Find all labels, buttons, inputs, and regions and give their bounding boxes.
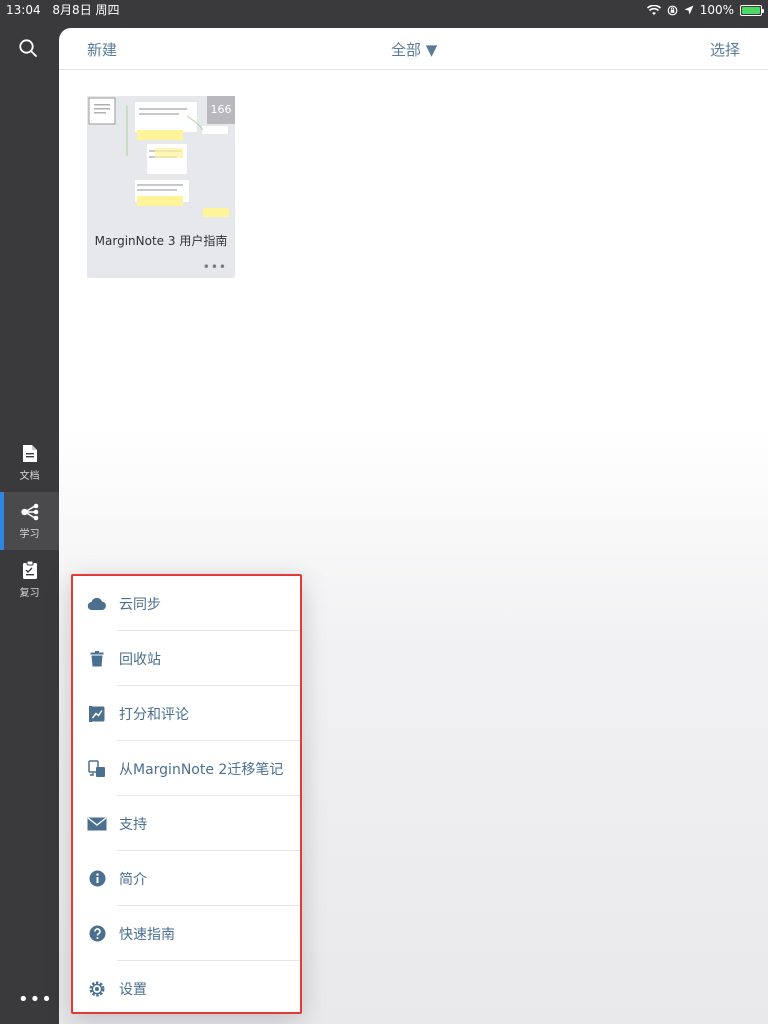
- mindmap-icon: [20, 503, 38, 520]
- cloud-icon: [87, 594, 107, 614]
- battery-percent: 100%: [699, 3, 734, 17]
- menu-item-label: 简介: [119, 871, 147, 888]
- page-count-badge: 166: [207, 96, 235, 124]
- search-button[interactable]: [18, 38, 42, 62]
- menu-item-label: 打分和评论: [119, 706, 189, 723]
- menu-item-cloud-sync[interactable]: 云同步: [73, 576, 300, 631]
- menu-item-label: 支持: [119, 816, 147, 833]
- sidebar: 文档 学习 复习 •••: [0, 20, 59, 1024]
- sidebar-item-review[interactable]: 复习: [0, 550, 59, 608]
- menu-item-support[interactable]: 支持: [73, 796, 300, 851]
- migrate-icon: [87, 759, 107, 779]
- sidebar-item-label: 复习: [19, 587, 40, 599]
- trash-icon: [87, 649, 107, 669]
- search-icon: [19, 39, 37, 57]
- document-title: MarginNote 3 用户指南: [94, 234, 228, 248]
- wifi-icon: [646, 4, 661, 15]
- menu-item-label: 回收站: [119, 651, 161, 668]
- review-clipboard-icon: [22, 560, 37, 579]
- document-more-button[interactable]: •••: [203, 260, 227, 274]
- menu-item-label: 云同步: [119, 596, 161, 613]
- gear-icon: [87, 979, 107, 999]
- location-icon: [684, 5, 694, 15]
- screen: 13:04 8月8日 周四 100% 文档 学习 复习 ••• 新建 全部 ▼ …: [0, 0, 768, 1024]
- battery-icon: [740, 4, 764, 16]
- help-icon: [87, 924, 107, 944]
- sidebar-item-documents[interactable]: 文档: [0, 434, 59, 492]
- menu-item-label: 快速指南: [119, 926, 175, 943]
- document-icon: [22, 445, 37, 462]
- menu-item-label: 从MarginNote 2迁移笔记: [119, 761, 284, 778]
- rotation-lock-icon: [667, 5, 678, 15]
- menu-item-quick-guide[interactable]: 快速指南: [73, 906, 300, 961]
- select-button[interactable]: 选择: [710, 39, 740, 60]
- status-time: 13:04: [6, 3, 41, 17]
- menu-item-rate-review[interactable]: 打分和评论: [73, 686, 300, 741]
- sidebar-item-study[interactable]: 学习: [0, 492, 59, 550]
- menu-item-label: 设置: [119, 981, 147, 998]
- sidebar-item-label: 学习: [19, 528, 40, 540]
- new-button[interactable]: 新建: [87, 39, 117, 60]
- info-icon: [87, 869, 107, 889]
- menu-item-settings[interactable]: 设置: [73, 961, 300, 1016]
- menu-item-about[interactable]: 简介: [73, 851, 300, 906]
- more-options-button[interactable]: •••: [18, 989, 53, 1010]
- library-header: 新建 全部 ▼ 选择: [59, 28, 768, 70]
- menu-item-trash[interactable]: 回收站: [73, 631, 300, 686]
- menu-item-migrate-notes[interactable]: 从MarginNote 2迁移笔记: [73, 741, 300, 796]
- mail-icon: [87, 814, 107, 834]
- more-options-menu: 云同步 回收站 打分和评论 从MarginNote 2迁移笔记 支持 简介 快速…: [71, 574, 302, 1014]
- document-card[interactable]: 166 MarginNote 3 用户指南 •••: [87, 96, 235, 278]
- rating-chart-icon: [87, 704, 107, 724]
- filter-dropdown[interactable]: 全部 ▼: [391, 39, 437, 60]
- status-date: 8月8日 周四: [52, 3, 120, 17]
- sidebar-item-label: 文档: [19, 471, 40, 482]
- status-bar: 13:04 8月8日 周四 100%: [0, 0, 768, 20]
